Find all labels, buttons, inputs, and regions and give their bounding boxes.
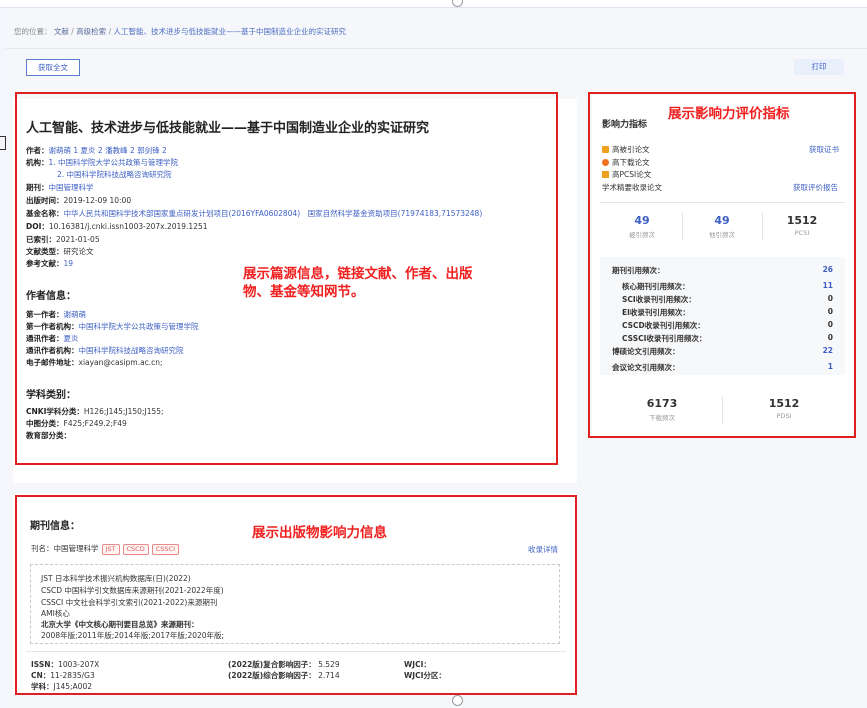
impact-factor-value: 2.714	[318, 671, 340, 680]
citation-label: EI收录刊引用频次：	[622, 308, 690, 317]
breadcrumb: 您的位置： 文献 / 高级检索 / 人工智能、技术进步与低技能就业——基于中国制…	[14, 27, 346, 36]
issn-row: ISSN：1003-207X	[31, 659, 99, 670]
breadcrumb-current: 人工智能、技术进步与低技能就业——基于中国制造业企业的实证研究	[113, 27, 346, 36]
badge-label: 高下载论文	[612, 158, 650, 167]
divider	[26, 651, 566, 652]
stat-downloads: 6173 下载频次	[632, 397, 692, 422]
badge-high-pcsi: 高PCSI论文	[602, 169, 651, 180]
impact-factor-1-row: (2022版)复合影响因子： 5.529	[228, 659, 340, 670]
divider	[600, 202, 845, 203]
inclusion-detail-link[interactable]: 收录详情	[528, 544, 558, 555]
subject-label: 学科：	[31, 682, 54, 691]
stat-value: 1512	[768, 397, 800, 410]
citation-value[interactable]: 22	[803, 346, 833, 355]
stat-label: PCSI	[794, 229, 810, 237]
inclusion-line: CSSCI 中文社会科学引文索引(2021-2022)来源期刊	[41, 598, 218, 607]
tag-badge: CSSCI	[151, 544, 179, 555]
wjci-zone-row: WJCI分区：	[404, 670, 446, 681]
impact-factor-2-row: (2022版)综合影响因子： 2.714	[228, 670, 340, 681]
citation-label: CSCD收录刊引用频次：	[622, 321, 705, 330]
cn-value: 11-2835/G3	[50, 671, 95, 680]
inclusion-line: CSCD 中国科学引文数据库来源期刊(2021-2022年度)	[41, 586, 224, 595]
citation-label: 博硕论文引用频次：	[612, 347, 680, 356]
get-fulltext-button[interactable]: 获取全文	[26, 59, 80, 76]
citation-value: 0	[827, 294, 833, 303]
divider	[762, 212, 763, 240]
tag-badge: JST	[101, 544, 120, 555]
impact-factor-label: (2022版)综合影响因子：	[228, 671, 316, 680]
stat-pdsi: 1512 PDSI	[754, 397, 814, 420]
resize-handle-top[interactable]	[452, 0, 463, 7]
citation-value: 0	[827, 333, 833, 342]
journal-name-label: 刊名：	[31, 544, 54, 553]
citation-value: 0	[827, 320, 833, 329]
stat-pcsi: 1512 PCSI	[772, 214, 832, 237]
cn-row: CN：11-2835/G3	[31, 670, 95, 681]
breadcrumb-prefix: 您的位置：	[14, 27, 52, 36]
star-icon	[602, 159, 609, 166]
citation-label: SCI收录刊引用频次：	[622, 295, 696, 304]
journal-name[interactable]: 中国管理科学	[54, 544, 99, 553]
stat-label: PDSI	[776, 412, 792, 420]
badge-high-cited: 高被引论文	[602, 144, 650, 155]
crown-icon	[602, 171, 609, 178]
stat-value: 6173	[646, 397, 678, 410]
tag-badge: CSCD	[122, 544, 149, 555]
divider	[682, 212, 683, 240]
citation-value[interactable]: 26	[803, 265, 833, 274]
citation-value[interactable]: 1	[803, 362, 833, 371]
badge-high-download: 高下载论文	[602, 157, 650, 168]
journal-info-heading: 期刊信息：	[30, 521, 80, 532]
stat-value: 49	[634, 214, 650, 227]
subject-value: J145;A002	[53, 682, 93, 691]
wjci-zone-label: WJCI分区：	[404, 671, 446, 680]
get-report-link[interactable]: 获取评价报告	[793, 182, 838, 193]
citation-label: 核心期刊引用频次：	[622, 282, 690, 291]
citation-value[interactable]: 11	[803, 281, 833, 290]
inclusion-line: AMI核心	[41, 609, 70, 618]
stat-label: 下载频次	[649, 414, 675, 422]
breadcrumb-item-advanced-search[interactable]: 高级检索	[76, 27, 106, 36]
stat-other-cited[interactable]: 49 他引频次	[692, 214, 752, 239]
stat-label: 他引频次	[709, 231, 735, 239]
stat-value: 1512	[786, 214, 818, 227]
cn-label: CN：	[31, 671, 51, 680]
citation-label: 会议论文引用频次：	[612, 363, 680, 372]
stat-value: 49	[714, 214, 730, 227]
top-bar	[0, 0, 867, 8]
highlight-box-left	[15, 92, 558, 465]
get-certificate-link[interactable]: 获取证书	[809, 144, 839, 155]
print-button[interactable]: 打印	[794, 59, 844, 75]
trophy-icon	[602, 146, 609, 153]
impact-title: 影响力指标	[602, 120, 648, 130]
wjci-label: WJCI：	[404, 660, 431, 669]
badge-label: 高PCSI论文	[612, 170, 652, 179]
subject-row: 学科：J145;A002	[31, 681, 92, 692]
badge-label: 高被引论文	[612, 145, 650, 154]
issn-value: 1003-207X	[58, 660, 100, 669]
citation-label: 期刊引用频次：	[612, 266, 665, 275]
divider	[6, 48, 867, 49]
resize-handle-bottom[interactable]	[452, 695, 463, 706]
impact-factor-label: (2022版)复合影响因子：	[228, 660, 316, 669]
divider	[722, 396, 723, 424]
stat-label: 被引频次	[629, 231, 655, 239]
inclusion-line: JST 日本科学技术振兴机构数据库(日)(2022)	[41, 574, 191, 583]
inclusion-line: 北京大学《中文核心期刊要目总览》来源期刊：	[41, 620, 199, 629]
wjci-row: WJCI：	[404, 659, 431, 670]
citation-value: 0	[827, 307, 833, 316]
issn-label: ISSN：	[31, 660, 59, 669]
annotation-right: 展示影响力评价指标	[668, 106, 790, 122]
inclusion-line: 2008年版;2011年版;2014年版;2017年版;2020年版;	[41, 631, 225, 640]
journal-name-row: 刊名：中国管理科学 JST CSCD CSSCI	[31, 544, 179, 555]
extra-badge: 学术精要收录论文	[602, 183, 662, 192]
stat-cited[interactable]: 49 被引频次	[612, 214, 672, 239]
annotation-bottom: 展示出版物影响力信息	[252, 525, 387, 541]
breadcrumb-item-literature[interactable]: 文献	[54, 27, 69, 36]
impact-factor-value: 5.529	[318, 660, 340, 669]
citation-label: CSSCI收录刊引用频次：	[622, 334, 707, 343]
